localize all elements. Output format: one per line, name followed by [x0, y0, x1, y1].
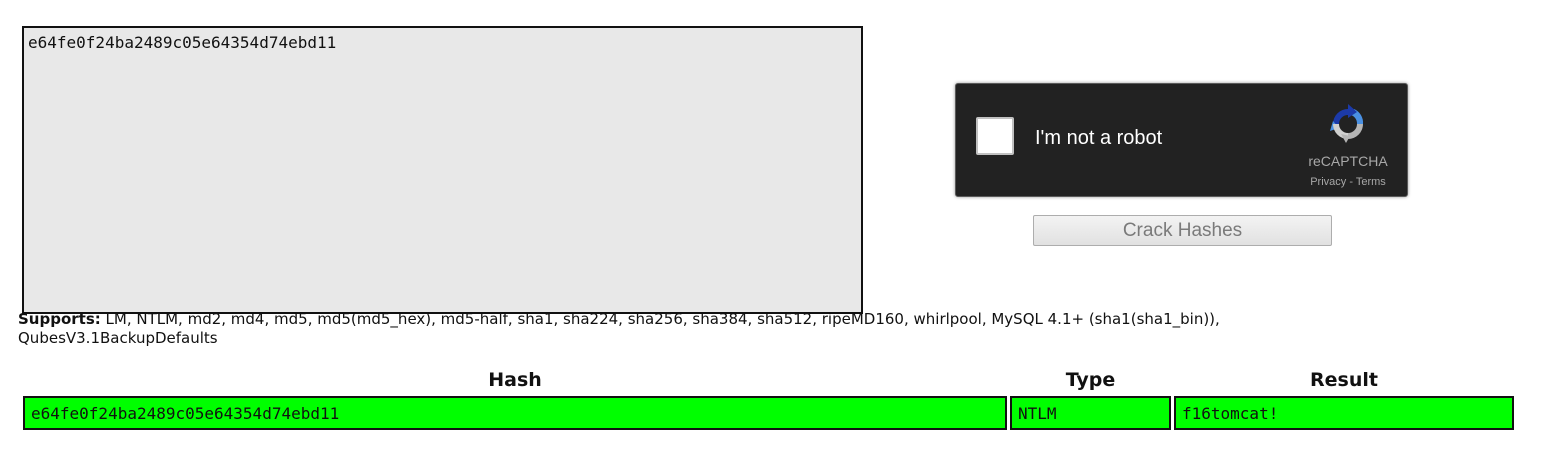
- recaptcha-widget: I'm not a robot reCAPTCHA Privacy - Term…: [955, 83, 1408, 197]
- result-hash-cell: e64fe0f24ba2489c05e64354d74ebd11: [23, 396, 1007, 430]
- result-type-cell: NTLM: [1010, 396, 1171, 430]
- table-row: e64fe0f24ba2489c05e64354d74ebd11 NTLM f1…: [23, 396, 1514, 430]
- recaptcha-logo-icon: [1330, 104, 1364, 143]
- results-table: Hash Type Result e64fe0f24ba2489c05e6435…: [20, 365, 1517, 433]
- header-result: Result: [1310, 369, 1378, 391]
- header-hash: Hash: [488, 369, 542, 391]
- supported-algorithms: Supports: LM, NTLM, md2, md4, md5, md5(m…: [18, 310, 1338, 348]
- supports-list: LM, NTLM, md2, md4, md5, md5(md5_hex), m…: [18, 310, 1220, 347]
- terms-link[interactable]: Terms: [1356, 176, 1386, 188]
- result-value-cell: f16tomcat!: [1174, 396, 1514, 430]
- supports-label: Supports:: [18, 310, 101, 328]
- link-separator: -: [1346, 176, 1356, 188]
- results-header-row: Hash Type Result: [23, 368, 1514, 393]
- page: I'm not a robot reCAPTCHA Privacy - Term…: [0, 0, 1547, 450]
- crack-hashes-button[interactable]: Crack Hashes: [1033, 215, 1332, 246]
- header-type: Type: [1065, 369, 1116, 391]
- recaptcha-brand: reCAPTCHA: [1308, 153, 1388, 169]
- privacy-link[interactable]: Privacy: [1310, 176, 1346, 188]
- recaptcha-label: I'm not a robot: [1035, 127, 1163, 149]
- recaptcha-checkbox[interactable]: [976, 117, 1014, 155]
- recaptcha-links: Privacy - Terms: [1302, 176, 1394, 188]
- hash-input[interactable]: [22, 26, 863, 314]
